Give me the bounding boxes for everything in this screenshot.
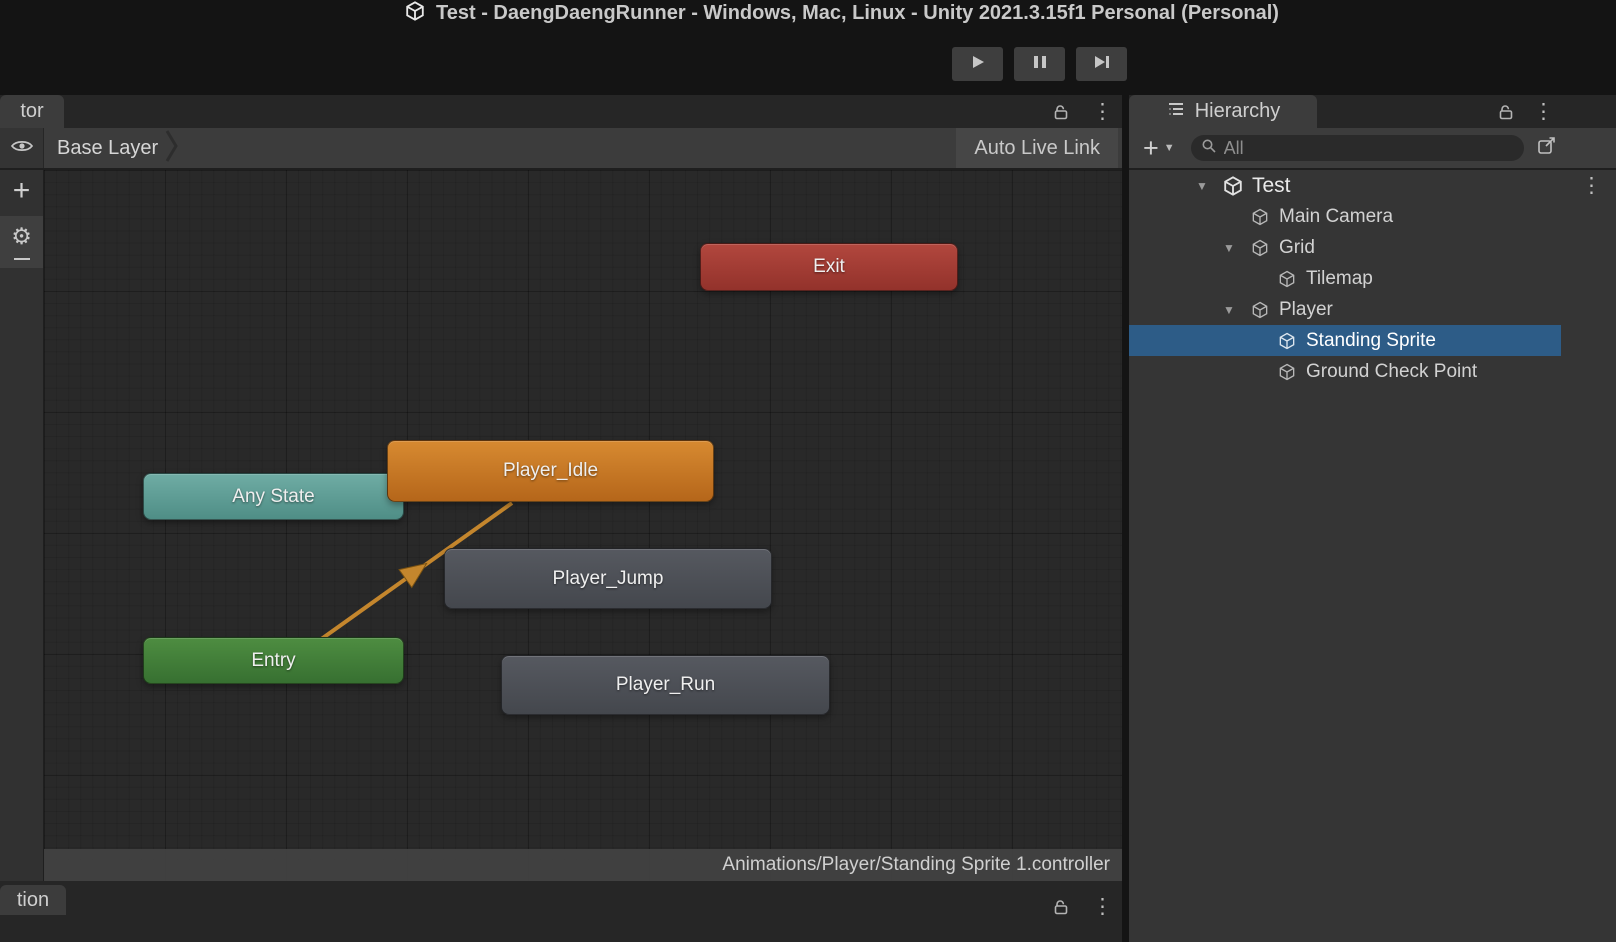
state-node-entry[interactable]: Entry bbox=[143, 637, 404, 684]
foldout-arrow-icon[interactable]: ▼ bbox=[1196, 179, 1222, 193]
tab-hierarchy-label: Hierarchy bbox=[1194, 100, 1281, 122]
kebab-menu-icon[interactable]: ⋮ bbox=[1533, 101, 1554, 122]
create-object-button[interactable]: + ▼ bbox=[1139, 132, 1179, 163]
breadcrumb-chevron-icon bbox=[164, 126, 180, 171]
tree-row-grid[interactable]: ▼ Grid bbox=[1129, 232, 1616, 263]
hierarchy-panel: Hierarchy ⋮ + ▼ ▼ bbox=[1129, 95, 1616, 942]
window-title: Test - DaengDaengRunner - Windows, Mac, … bbox=[404, 0, 1279, 26]
lock-icon[interactable] bbox=[1497, 103, 1515, 126]
animator-breadcrumb-bar: Base Layer Auto Live Link bbox=[0, 128, 1122, 170]
minus-icon bbox=[13, 258, 30, 260]
state-node-player-jump[interactable]: Player_Jump bbox=[444, 548, 772, 609]
hierarchy-toolbar: + ▼ bbox=[1129, 128, 1616, 170]
kebab-menu-icon[interactable]: ⋮ bbox=[1581, 175, 1602, 196]
tree-row-tilemap[interactable]: Tilemap bbox=[1129, 263, 1616, 294]
state-node-exit[interactable]: Exit bbox=[700, 243, 958, 291]
kebab-menu-icon[interactable]: ⋮ bbox=[1092, 896, 1113, 917]
auto-live-link-button[interactable]: Auto Live Link bbox=[956, 128, 1118, 168]
unity-editor-window: Test - DaengDaengRunner - Windows, Mac, … bbox=[0, 0, 1616, 942]
animator-tabstrip: tor ⋮ bbox=[0, 95, 1122, 128]
tab-animator-label: tor bbox=[20, 100, 44, 122]
tree-row-test[interactable]: ▼ Test ⋮ bbox=[1129, 170, 1616, 201]
step-button[interactable] bbox=[1076, 47, 1127, 81]
tab-animation-label: tion bbox=[16, 888, 50, 911]
play-icon bbox=[970, 54, 986, 75]
gameobject-cube-icon bbox=[1249, 206, 1271, 228]
play-controls bbox=[952, 47, 1127, 81]
gameobject-cube-icon bbox=[1276, 361, 1298, 383]
visibility-toggle[interactable] bbox=[0, 128, 44, 168]
tree-row-label: Standing Sprite bbox=[1306, 329, 1436, 351]
hierarchy-tabstrip: Hierarchy ⋮ bbox=[1129, 95, 1616, 128]
animator-graph-canvas[interactable]: Any State Exit Player_Idle Player_Jump E… bbox=[44, 170, 1122, 881]
animator-side-rail: + ⚙ bbox=[0, 170, 44, 942]
state-node-player-idle[interactable]: Player_Idle bbox=[387, 440, 714, 502]
animator-panel: tor ⋮ Base Layer Auto Live Link + ⚙ Any … bbox=[0, 95, 1122, 942]
transition-arrow[interactable] bbox=[44, 170, 1122, 881]
gameobject-cube-icon bbox=[1276, 330, 1298, 352]
tree-row-label: Ground Check Point bbox=[1306, 360, 1478, 382]
tree-row-label: Grid bbox=[1279, 236, 1315, 258]
bottom-panel-tabstrip: tion ⋮ bbox=[0, 881, 1122, 942]
controller-path-statusbar: Animations/Player/Standing Sprite 1.cont… bbox=[44, 849, 1122, 881]
tab-animation[interactable]: tion bbox=[0, 885, 66, 915]
pause-button[interactable] bbox=[1014, 47, 1065, 81]
gameobject-cube-icon bbox=[1249, 299, 1271, 321]
window-title-text: Test - DaengDaengRunner - Windows, Mac, … bbox=[436, 1, 1279, 24]
foldout-arrow-icon[interactable]: ▼ bbox=[1223, 241, 1249, 255]
lock-icon[interactable] bbox=[1052, 103, 1070, 126]
tree-row-ground-check-point[interactable]: Ground Check Point bbox=[1129, 356, 1616, 387]
kebab-menu-icon[interactable]: ⋮ bbox=[1092, 101, 1113, 122]
gear-icon[interactable]: ⚙ bbox=[0, 225, 43, 248]
tab-hierarchy[interactable]: Hierarchy bbox=[1129, 95, 1317, 128]
tree-row-label: Main Camera bbox=[1279, 205, 1394, 227]
title-toolbar-area: Test - DaengDaengRunner - Windows, Mac, … bbox=[0, 0, 1616, 95]
search-icon bbox=[1201, 138, 1217, 159]
step-forward-icon bbox=[1093, 54, 1111, 75]
state-node-any-state[interactable]: Any State bbox=[143, 473, 404, 520]
tree-row-main-camera[interactable]: Main Camera bbox=[1129, 201, 1616, 232]
play-button[interactable] bbox=[952, 47, 1003, 81]
settings-tool-block: ⚙ bbox=[0, 216, 43, 268]
state-node-player-run[interactable]: Player_Run bbox=[501, 655, 830, 715]
tree-row-label: Tilemap bbox=[1306, 267, 1373, 289]
dropdown-caret-icon: ▼ bbox=[1163, 142, 1175, 154]
unity-scene-icon bbox=[1222, 175, 1244, 197]
plus-icon: + bbox=[12, 174, 31, 207]
expand-window-icon[interactable] bbox=[1536, 135, 1558, 162]
eye-icon bbox=[10, 138, 34, 159]
breadcrumb-base-layer[interactable]: Base Layer bbox=[57, 137, 158, 160]
hierarchy-search-box[interactable] bbox=[1190, 135, 1524, 161]
lock-icon[interactable] bbox=[1052, 898, 1070, 921]
unity-logo-icon bbox=[404, 0, 426, 27]
pause-icon bbox=[1033, 54, 1047, 75]
tab-animator[interactable]: tor bbox=[0, 95, 64, 128]
gameobject-cube-icon bbox=[1276, 268, 1298, 290]
hierarchy-tree: ▼ Test ⋮ Main Camera ▼ Grid Tilemap ▼ Pl… bbox=[1129, 170, 1616, 942]
tree-row-standing-sprite[interactable]: Standing Sprite bbox=[1129, 325, 1561, 356]
tree-row-label: Test bbox=[1252, 173, 1291, 197]
tree-row-player[interactable]: ▼ Player bbox=[1129, 294, 1616, 325]
controller-path-text: Animations/Player/Standing Sprite 1.cont… bbox=[722, 854, 1110, 875]
hierarchy-list-icon bbox=[1166, 99, 1186, 125]
gameobject-cube-icon bbox=[1249, 237, 1271, 259]
add-layer-button[interactable]: + bbox=[0, 170, 43, 212]
tree-row-label: Player bbox=[1279, 298, 1333, 320]
plus-icon: + bbox=[1143, 132, 1159, 163]
foldout-arrow-icon[interactable]: ▼ bbox=[1223, 303, 1249, 317]
search-input[interactable] bbox=[1223, 137, 1514, 159]
